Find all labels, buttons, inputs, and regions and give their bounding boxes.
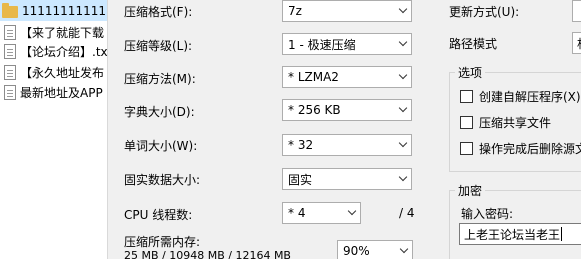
file-list-item-folder[interactable]: 11111111111 [0,0,107,21]
update-mode-select[interactable] [572,0,581,22]
password-input-value: 上老王论坛当老王 [464,227,561,242]
create-sfx-checkbox-row[interactable]: 创建自解压程序(X) [460,88,581,105]
password-label: 输入密码: [461,207,514,221]
solid-block-size-label: 固实数据大小: [124,173,201,187]
text-file-icon [4,65,16,80]
solid-block-size-value: 固实 [288,172,313,187]
compression-method-select[interactable]: * LZMA2 [282,66,412,88]
cpu-threads-select[interactable]: * 4 [282,202,361,224]
archive-format-value: 7z [288,4,302,18]
compression-method-label: 压缩方法(M): [124,72,196,86]
path-mode-label: 路径模式 [449,37,498,51]
chevron-down-icon [394,34,411,54]
compress-shared-checkbox-row[interactable]: 压缩共享文件 [460,114,551,131]
memory-percent-select[interactable]: 90% [337,240,413,259]
path-mode-value: 相 [577,35,581,52]
file-list-item[interactable]: 【永久地址发布 [0,62,107,83]
compress-shared-checkbox[interactable] [460,116,473,129]
add-to-archive-dialog: 压缩格式(F): 7z 压缩等级(L): 1 - 极速压缩 压缩方法(M): *… [109,0,581,259]
file-name: 【论坛介绍】.txt [20,45,108,59]
folder-icon [2,2,18,18]
cpu-threads-value: * 4 [288,206,306,220]
memory-usage-label: 压缩所需内存: [124,235,201,249]
text-file-icon [4,25,16,40]
dictionary-size-select[interactable]: * 256 KB [282,99,412,121]
file-name: 11111111111 [22,3,106,18]
word-size-label: 单词大小(W): [124,139,198,153]
file-list-item[interactable]: 【论坛介绍】.txt [0,41,108,62]
file-list-item[interactable]: 【来了就能下载 [0,22,107,43]
compression-level-select[interactable]: 1 - 极速压缩 [282,33,412,55]
text-file-icon [4,85,16,100]
options-group-title: 选项 [455,64,486,81]
cpu-threads-max: / 4 [399,206,415,220]
chevron-down-icon [343,203,360,223]
create-sfx-checkbox[interactable] [460,90,473,103]
delete-after-label: 操作完成后删除源文 [479,142,581,156]
word-size-value: * 32 [288,138,314,152]
dictionary-size-value: * 256 KB [288,103,341,117]
word-size-select[interactable]: * 32 [282,134,412,156]
solid-block-size-select[interactable]: 固实 [282,168,412,190]
chevron-down-icon [394,135,411,155]
cpu-threads-label: CPU 线程数: [124,208,193,222]
compression-method-value: * LZMA2 [288,70,339,84]
chevron-down-icon [395,241,412,259]
delete-after-checkbox-row[interactable]: 操作完成后删除源文 [460,140,581,157]
memory-usage-value: 25 MB / 10948 MB / 12164 MB [124,249,291,259]
memory-percent-value: 90% [343,244,370,258]
compress-shared-label: 压缩共享文件 [479,116,552,130]
text-file-icon [4,44,16,59]
create-sfx-label: 创建自解压程序(X) [479,90,581,104]
file-list: 11111111111 【来了就能下载 【论坛介绍】.txt 【永久地址发布 最… [0,0,108,259]
password-input[interactable]: 上老王论坛当老王 [459,223,581,245]
dictionary-size-label: 字典大小(D): [124,105,195,119]
delete-after-checkbox[interactable] [460,142,473,155]
archive-format-select[interactable]: 7z [282,0,412,22]
path-mode-select[interactable]: 相 [572,32,581,54]
file-list-item[interactable]: 最新地址及APP [0,82,107,103]
file-name: 最新地址及APP [20,86,103,100]
compression-level-label: 压缩等级(L): [124,39,193,53]
encryption-group-title: 加密 [455,182,486,199]
file-name: 【永久地址发布 [20,66,105,80]
chevron-down-icon [394,169,411,189]
update-mode-label: 更新方式(U): [449,5,520,19]
archive-format-label: 压缩格式(F): [124,5,193,19]
text-caret [561,227,563,241]
chevron-down-icon [394,67,411,87]
chevron-down-icon [394,100,411,120]
compression-level-value: 1 - 极速压缩 [288,37,356,52]
file-name: 【来了就能下载 [20,26,105,40]
chevron-down-icon [394,1,411,21]
